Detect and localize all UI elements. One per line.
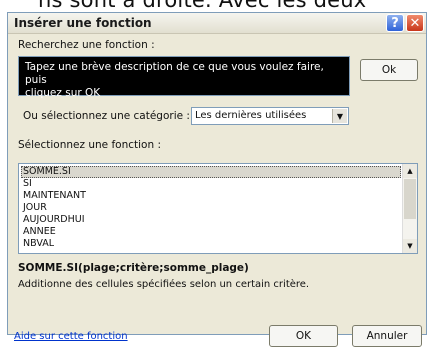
search-ok-button[interactable]: Ok [360, 59, 418, 81]
help-link[interactable]: Aide sur cette fonction [14, 331, 128, 342]
category-select-value: Les dernières utilisées [195, 110, 307, 121]
chevron-down-icon[interactable]: ▼ [332, 109, 347, 123]
close-icon: ✕ [409, 15, 421, 31]
insert-function-dialog: Insérer une fonction ? ✕ Recherchez une … [7, 12, 427, 347]
search-label: Recherchez une fonction : [18, 39, 155, 51]
search-text-line1: Tapez une brève description de ce que vo… [25, 61, 324, 86]
function-list-item[interactable]: MAINTENANT [21, 190, 401, 202]
dialog-titlebar: Insérer une fonction ? ✕ [8, 13, 426, 34]
function-list-item[interactable]: ANNEE [21, 226, 401, 238]
category-label: Ou sélectionnez une catégorie : [23, 110, 190, 122]
function-list-item[interactable]: NBVAL [21, 238, 401, 250]
function-signature: SOMME.SI(plage;critère;somme_plage) [18, 262, 249, 274]
scroll-up-icon[interactable]: ▲ [403, 164, 417, 178]
help-icon: ? [391, 15, 399, 31]
scrollbar-thumb[interactable] [404, 179, 416, 219]
search-text-line2: cliquez sur OK [25, 87, 101, 99]
cancel-button[interactable]: Annuler [352, 325, 422, 347]
function-list-items: SOMME.SI SI MAINTENANT JOUR AUJOURDHUI ANNEE N… [21, 166, 401, 250]
ok-button-label: OK [295, 330, 312, 342]
cancel-button-label: Annuler [366, 330, 408, 342]
close-button[interactable]: ✕ [406, 14, 424, 32]
search-input[interactable]: Tapez une brève description de ce que vo… [18, 56, 350, 99]
function-list-item[interactable]: AUJOURDHUI [21, 214, 401, 226]
function-list-item[interactable]: JOUR [21, 202, 401, 214]
function-description: Additionne des cellules spécifiées selon… [18, 279, 310, 290]
function-list-item[interactable]: SI [21, 178, 401, 190]
help-button[interactable]: ? [386, 14, 404, 32]
function-list[interactable]: SOMME.SI SI MAINTENANT JOUR AUJOURDHUI ANNEE N… [18, 163, 418, 254]
dialog-title: Insérer une fonction [14, 16, 152, 30]
function-list-label: Sélectionnez une fonction : [18, 139, 161, 151]
ok-button[interactable]: OK [269, 325, 338, 347]
category-select[interactable]: Les dernières utilisées ▼ [191, 107, 349, 125]
function-list-item[interactable]: SOMME.SI [21, 166, 401, 178]
function-list-scrollbar[interactable]: ▲ ▼ [402, 164, 417, 253]
scroll-down-icon[interactable]: ▼ [403, 239, 417, 253]
background-caption-text: ns sont à droite. Avec les deux [38, 0, 367, 12]
search-ok-button-label: Ok [381, 64, 397, 76]
